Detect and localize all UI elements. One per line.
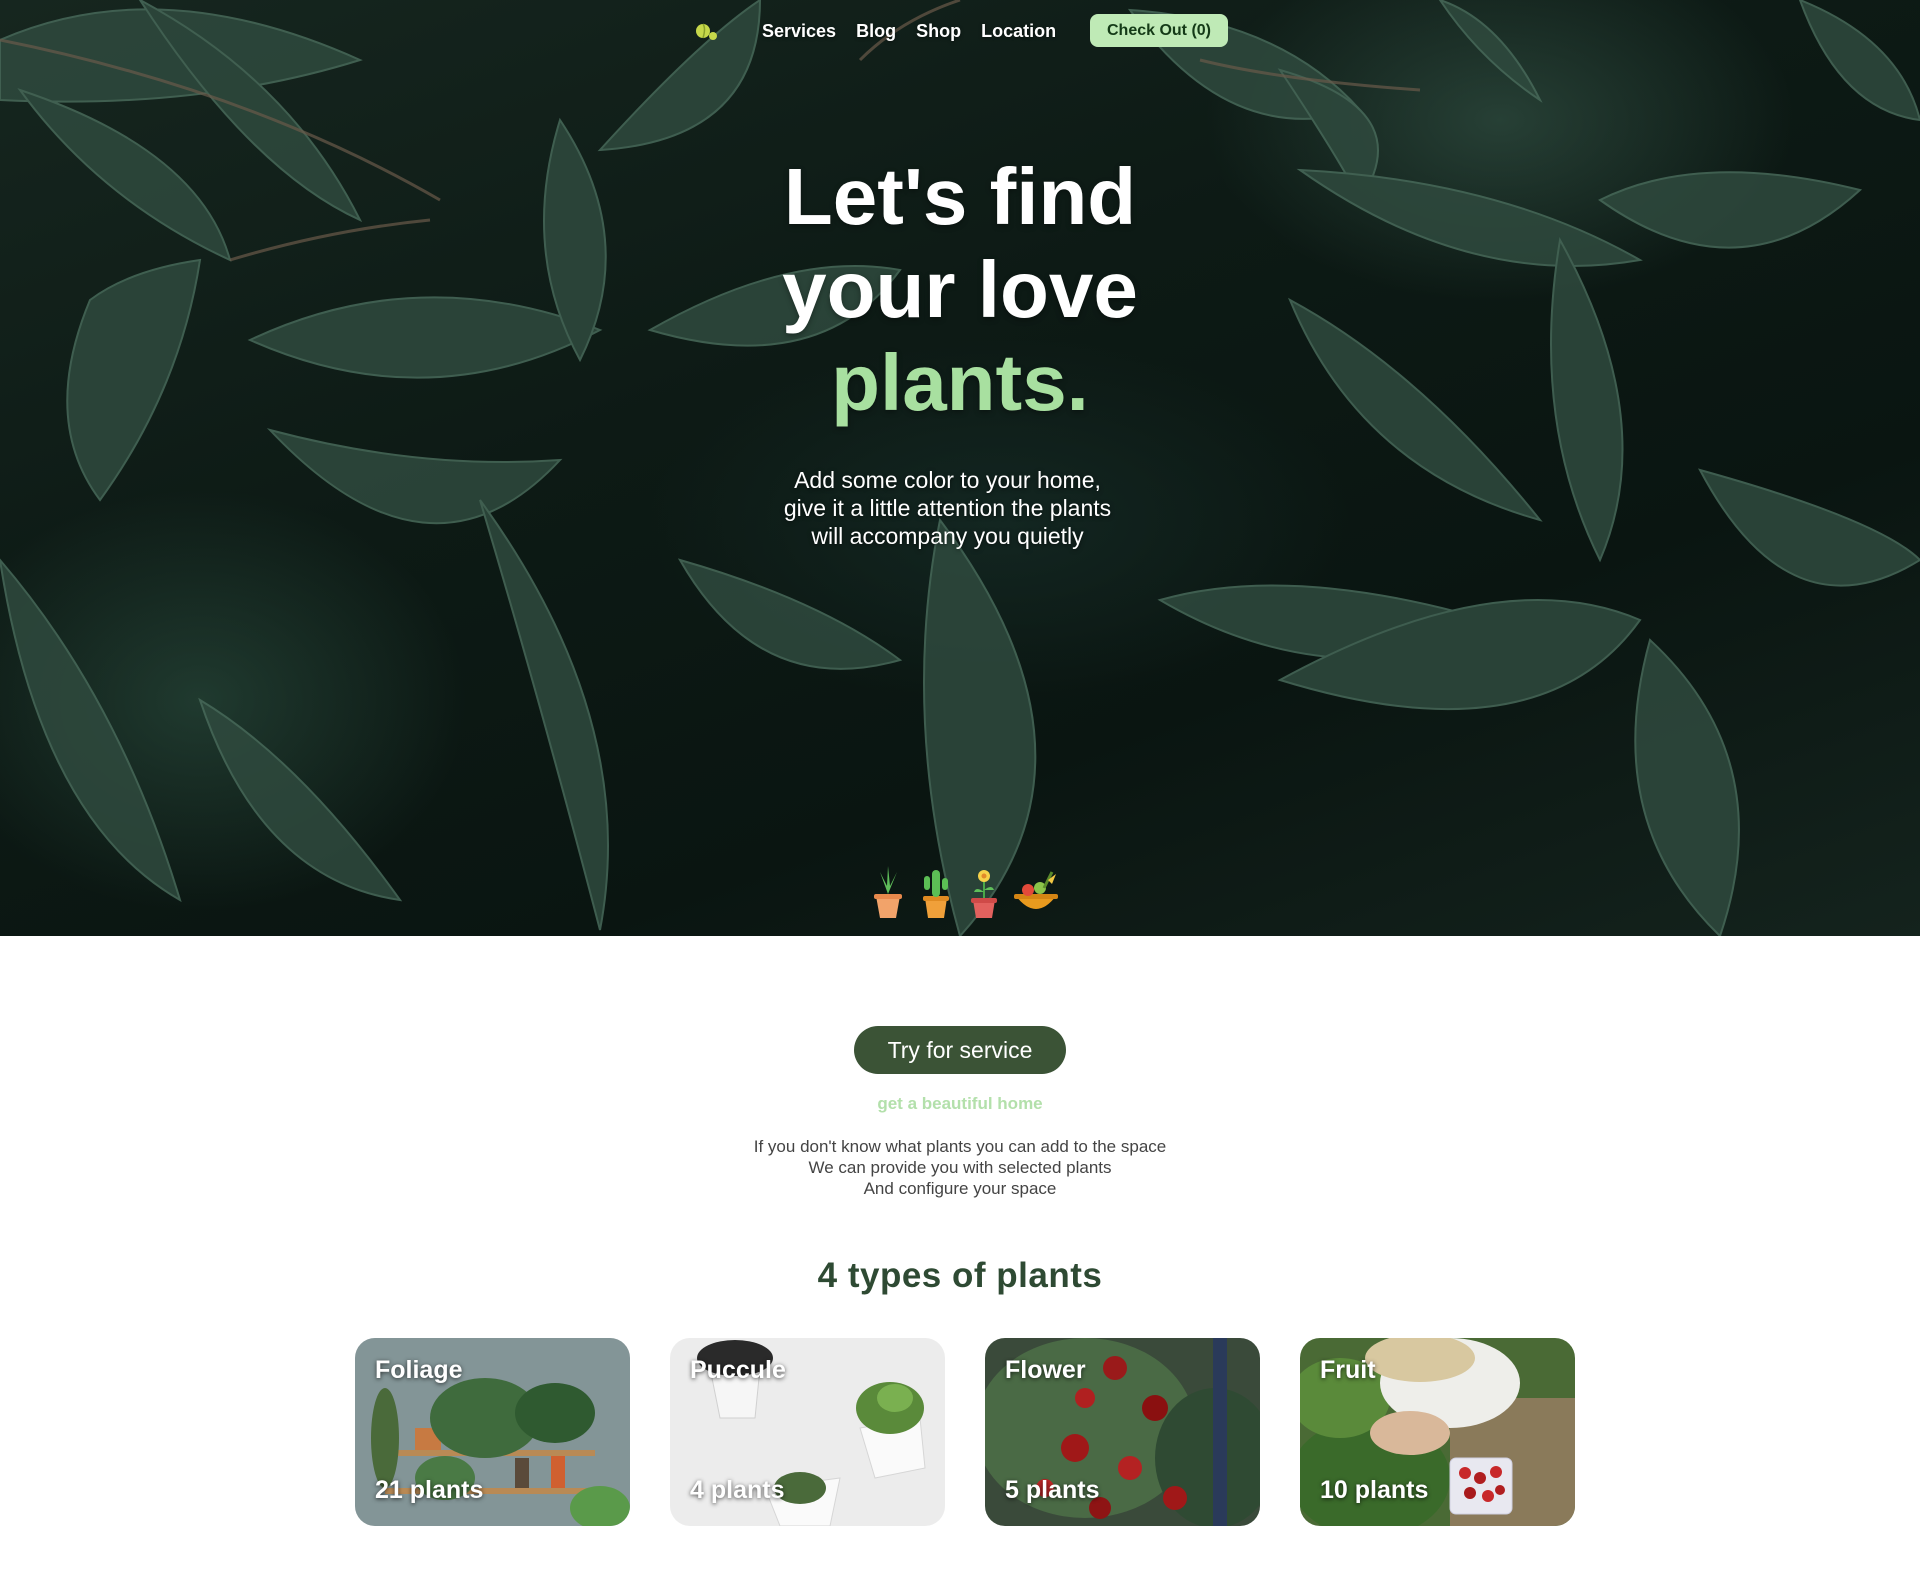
service-description-line: And configure your space: [863, 1179, 1057, 1198]
service-description-line: If you don't know what plants you can ad…: [753, 1137, 1167, 1156]
hero-subtitle-line: will accompany you quietly: [811, 523, 1084, 549]
hero-title-line-2: your love: [782, 245, 1138, 334]
nav-link-services[interactable]: Services: [762, 21, 836, 42]
card-count: 21 plants: [375, 1476, 484, 1504]
leaf-logo-icon[interactable]: [692, 16, 722, 46]
card-count: 4 plants: [690, 1476, 785, 1504]
checkout-button[interactable]: Check Out (0): [1090, 14, 1228, 47]
card-foliage[interactable]: Foliage 21 plants: [355, 1338, 630, 1526]
card-puccule[interactable]: Puccule 4 plants: [670, 1338, 945, 1526]
flower-pot-icon: [971, 870, 997, 918]
nav-link-blog[interactable]: Blog: [856, 21, 896, 42]
plant-pots-row: [874, 866, 1058, 918]
service-description: If you don't know what plants you can ad…: [0, 1136, 1920, 1199]
card-count: 5 plants: [1005, 1476, 1100, 1504]
card-flower[interactable]: Flower 5 plants: [985, 1338, 1260, 1526]
plant-types-heading: 4 types of plants: [817, 1256, 1103, 1295]
hero-subtitle-line: give it a little attention the plants: [783, 495, 1112, 521]
succulent-pot-icon: [874, 866, 902, 918]
service-description-line: We can provide you with selected plants: [808, 1158, 1112, 1177]
service-tagline: get a beautiful home: [877, 1094, 1043, 1113]
card-name: Fruit: [1320, 1356, 1376, 1384]
fruit-bowl-icon: [1014, 871, 1058, 909]
card-fruit[interactable]: Fruit 10 plants: [1300, 1338, 1575, 1526]
hero-subtitle: Add some color to your home, give it a l…: [700, 466, 1195, 550]
top-nav: Services Blog Shop Location Check Out (0…: [0, 14, 1920, 48]
hero-title: Let's find your love plants.: [760, 150, 1160, 429]
card-name: Foliage: [375, 1356, 463, 1384]
hero-section: Services Blog Shop Location Check Out (0…: [0, 0, 1920, 936]
cactus-pot-icon: [923, 870, 949, 918]
card-name: Puccule: [690, 1356, 786, 1384]
hero-subtitle-line: Add some color to your home,: [794, 467, 1101, 493]
plant-type-cards: Foliage 21 plants Puccule 4 plants Flowe…: [355, 1338, 1575, 1526]
try-service-button[interactable]: Try for service: [854, 1026, 1066, 1074]
hero-title-line-1: Let's find: [783, 152, 1137, 241]
card-count: 10 plants: [1320, 1476, 1429, 1504]
nav-link-shop[interactable]: Shop: [916, 21, 961, 42]
hero-title-accent: plants.: [831, 338, 1089, 427]
card-name: Flower: [1005, 1356, 1086, 1384]
nav-links: Services Blog Shop Location: [762, 21, 1056, 42]
nav-link-location[interactable]: Location: [981, 21, 1056, 42]
